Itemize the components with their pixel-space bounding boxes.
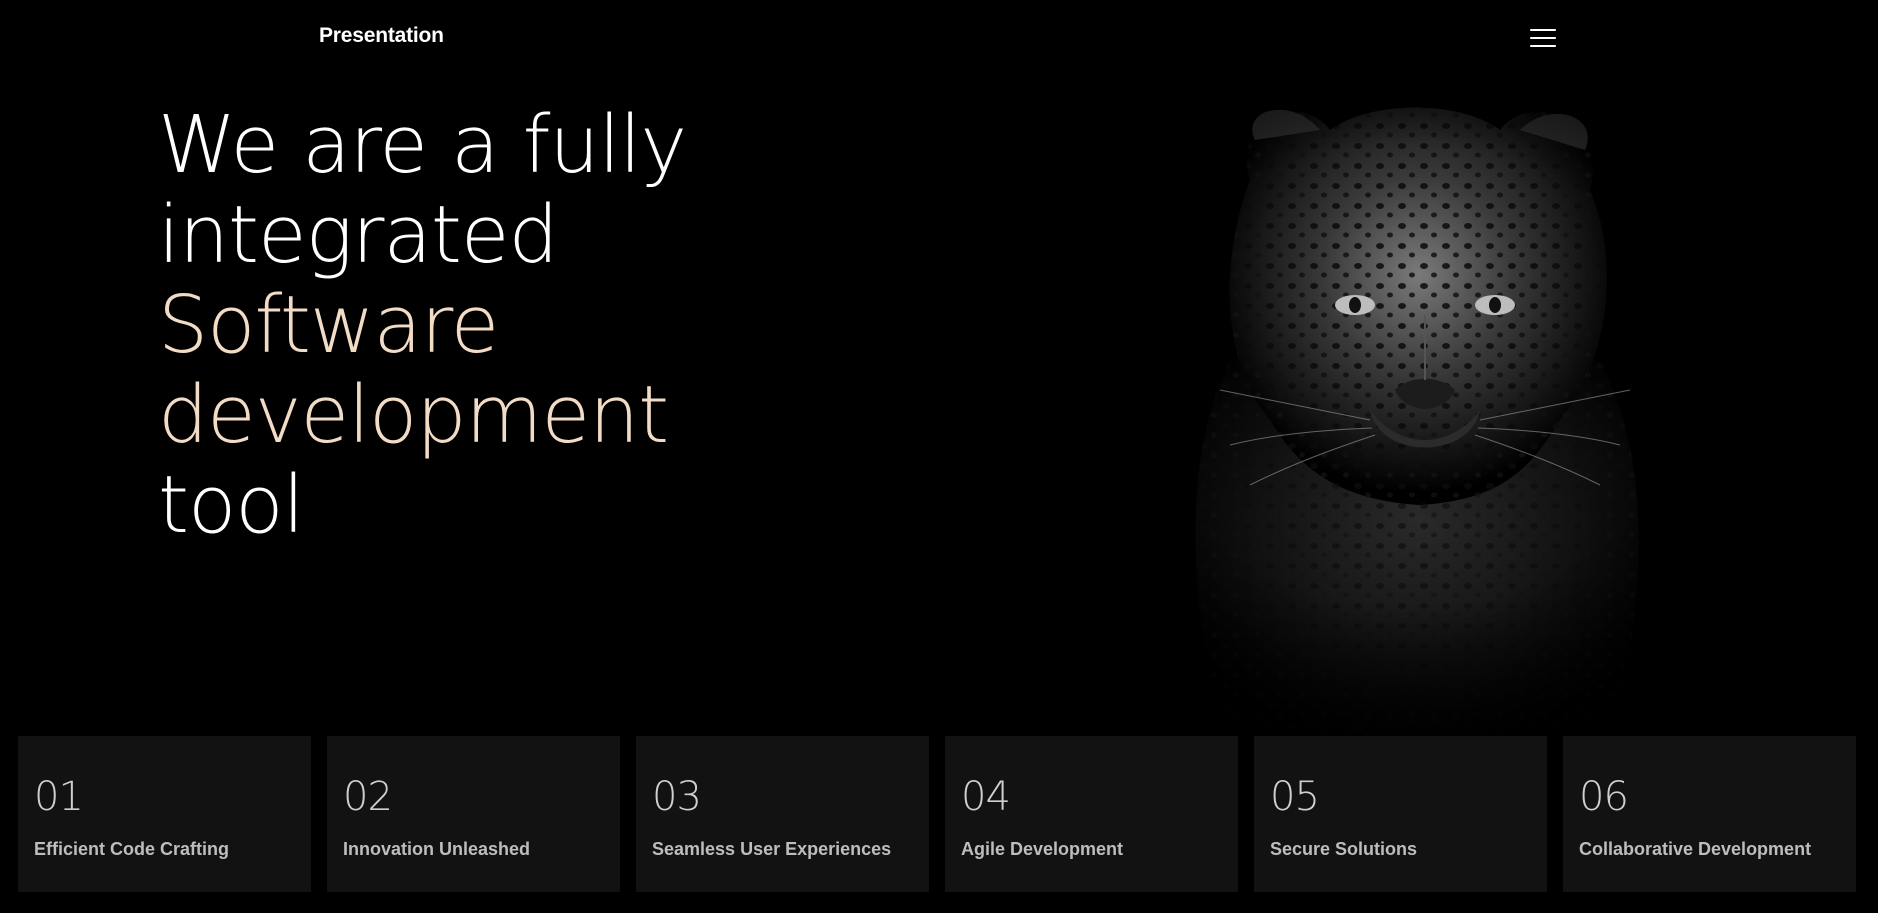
headline-line-4: development [158,369,669,461]
headline-line-3: Software [158,279,499,371]
landing-page: Presentation We are a fully integrated S… [0,0,1878,913]
headline-line-5: tool [158,459,305,551]
feature-card-4[interactable]: 04 Agile Development [945,736,1238,892]
feature-card-5[interactable]: 05 Secure Solutions [1254,736,1547,892]
feature-number: 03 [652,774,702,820]
feature-number: 01 [34,774,84,820]
feature-title: Agile Development [961,839,1124,859]
feature-card-6[interactable]: 06 Collaborative Development [1563,736,1856,892]
feature-number: 02 [343,774,393,820]
feature-title: Secure Solutions [1270,839,1418,859]
feature-card-3[interactable]: 03 Seamless User Experiences [636,736,929,892]
feature-number: 05 [1270,774,1320,820]
brand-logo[interactable]: Presentation [319,24,444,48]
hero-headline: We are a fully integrated Software devel… [158,99,687,551]
feature-cards: 01 Efficient Code Crafting 02 Innovation… [18,736,1856,892]
feature-title: Efficient Code Crafting [34,839,230,859]
feature-number: 06 [1579,774,1629,820]
feature-number: 04 [961,774,1011,820]
feature-title: Seamless User Experiences [652,839,892,859]
leopard-illustration [1000,60,1820,760]
headline-line-2: integrated [158,189,559,281]
headline-line-1: We are a fully [158,99,687,191]
hamburger-menu-icon[interactable] [1528,26,1558,50]
feature-card-2[interactable]: 02 Innovation Unleashed [327,736,620,892]
feature-title: Collaborative Development [1579,839,1812,859]
feature-title: Innovation Unleashed [343,839,531,859]
feature-card-1[interactable]: 01 Efficient Code Crafting [18,736,311,892]
